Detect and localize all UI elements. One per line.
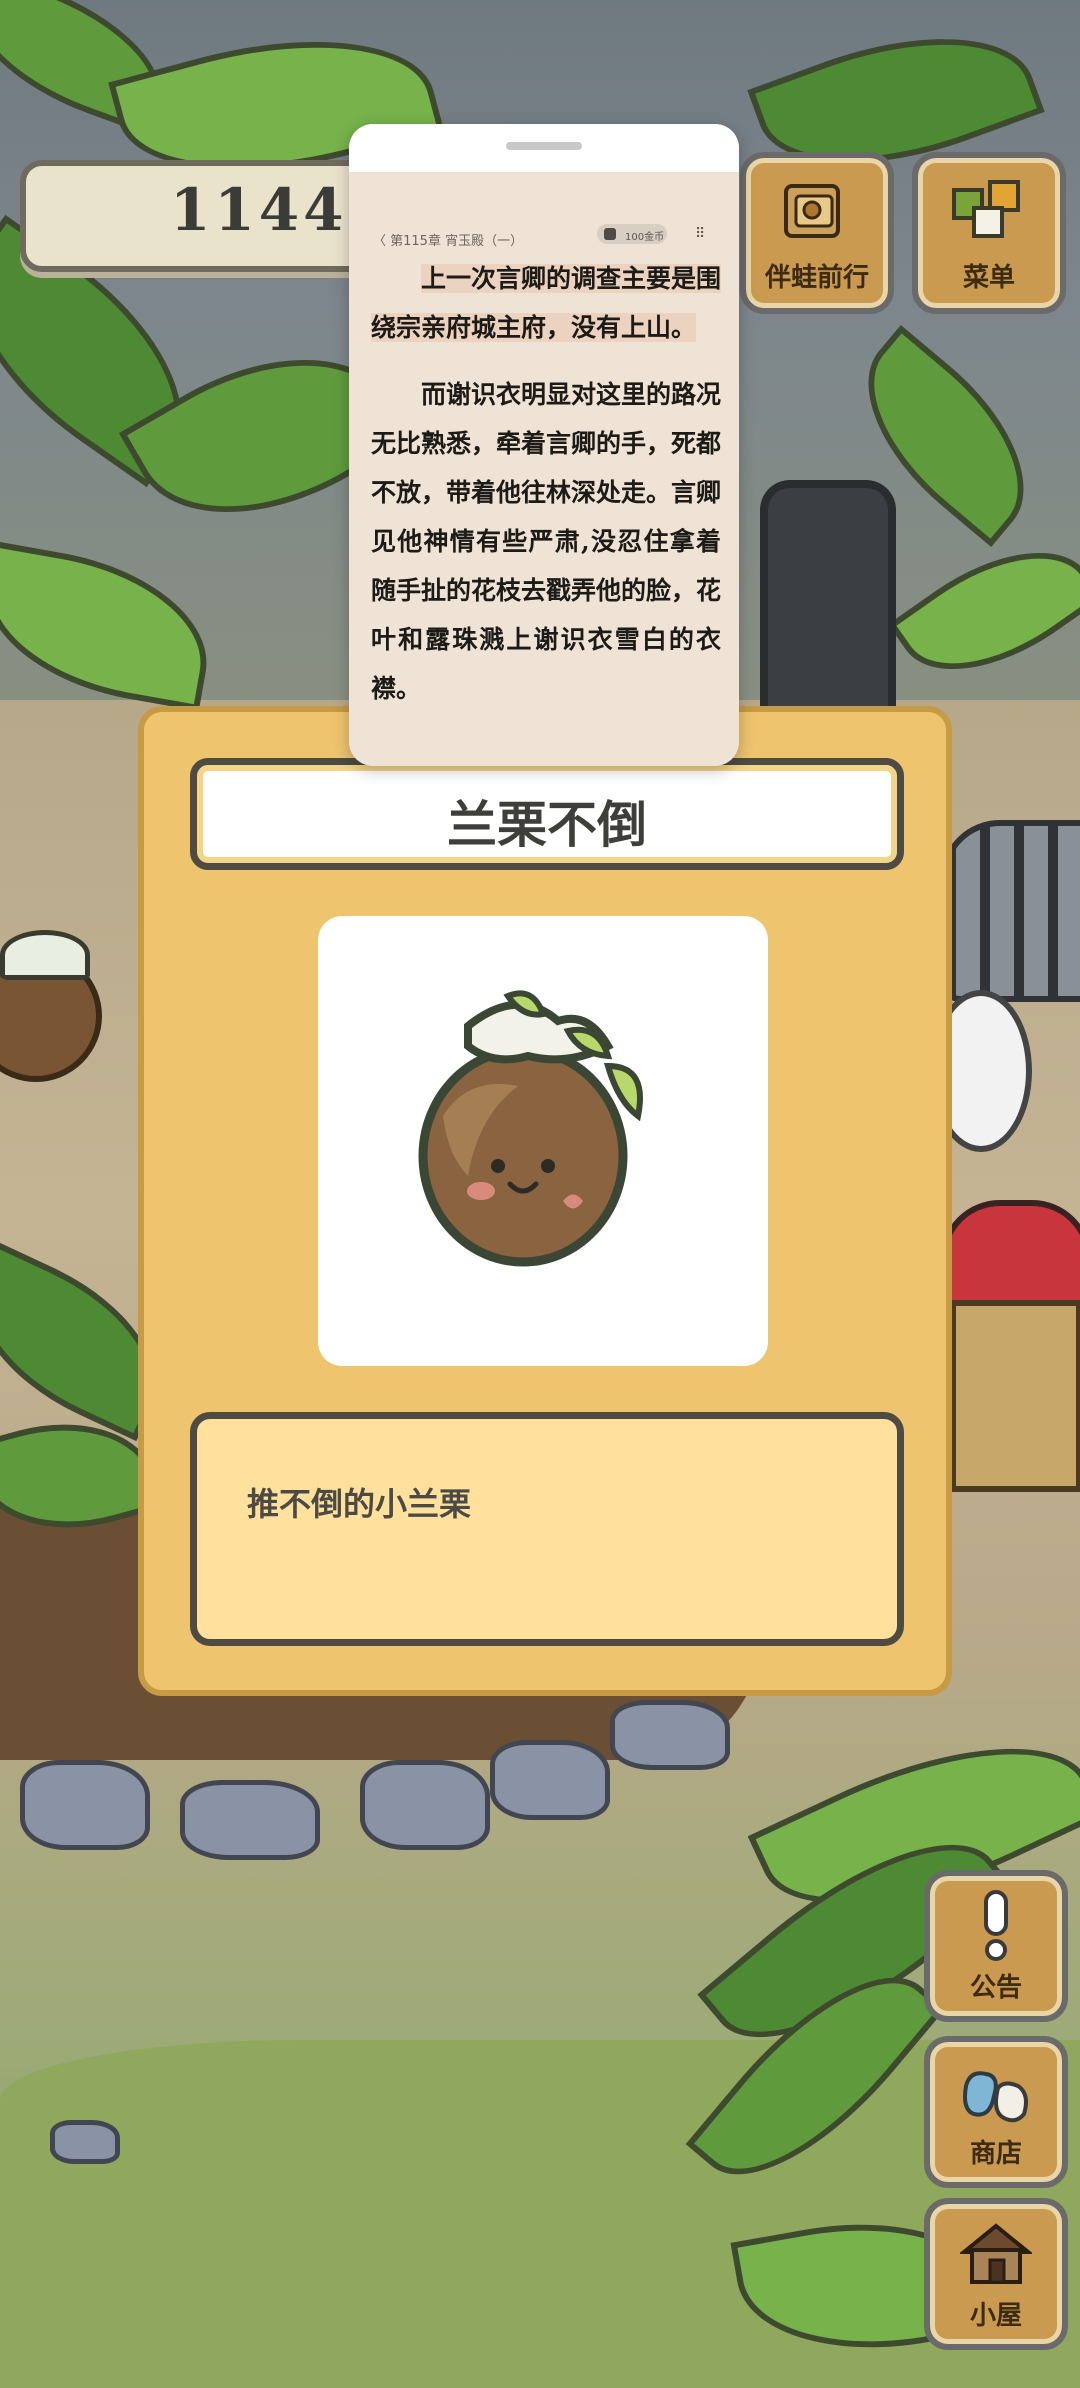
house-icon	[960, 2223, 1032, 2284]
floating-reader-window[interactable]: 〈 第115章 宵玉殿（一） 100金币 ⠿ 上一次言卿的调查主要是围绕宗亲府城…	[349, 124, 739, 766]
chestnut-leaf	[0, 930, 90, 980]
reader-coins-badge[interactable]: 100金币	[597, 224, 667, 244]
shop-bags-icon	[963, 2071, 1028, 2123]
stone	[610, 1700, 730, 1770]
shop-button-label: 商店	[969, 2139, 1022, 2169]
item-title: 兰栗不倒	[447, 796, 647, 854]
item-detail-card: 兰栗不倒 推不倒的小兰栗	[138, 706, 952, 1696]
menu-cards-icon	[952, 180, 1020, 238]
reader-coins-label: 100金币	[625, 232, 665, 243]
notice-button-label: 公告	[969, 1973, 1022, 2003]
companion-button[interactable]: 伴蛙前行	[740, 152, 894, 314]
stone	[360, 1760, 490, 1850]
item-image-box	[318, 916, 768, 1366]
reader-content: 上一次言卿的调查主要是围绕宗亲府城主府，没有上山。 而谢识衣明显对这里的路况无比…	[371, 254, 722, 713]
house-button[interactable]: 小屋	[924, 2198, 1068, 2350]
clover-counter-value: 1144	[170, 176, 348, 244]
reader-chapter-title[interactable]: 〈 第115章 宵玉殿（一）	[373, 230, 523, 249]
reader-more-icon[interactable]: ⠿	[695, 226, 705, 242]
menu-button-label: 菜单	[962, 263, 1015, 293]
mailbox-post	[950, 1300, 1080, 1492]
companion-button-label: 伴蛙前行	[764, 263, 869, 293]
house-button-label: 小屋	[969, 2301, 1022, 2331]
exclamation-icon	[984, 1890, 1008, 1961]
menu-button[interactable]: 菜单	[912, 152, 1066, 314]
stone	[490, 1740, 610, 1820]
item-description: 推不倒的小兰栗	[247, 1485, 472, 1523]
reader-drag-bar[interactable]	[349, 124, 739, 172]
chestnut-character-icon	[418, 990, 643, 1267]
stone	[20, 1760, 150, 1850]
item-description-box: 推不倒的小兰栗	[190, 1412, 904, 1646]
drag-handle-icon[interactable]	[506, 142, 582, 150]
stone	[180, 1780, 320, 1860]
shop-button[interactable]: 商店	[924, 2036, 1068, 2188]
map-book-icon	[784, 184, 840, 238]
reader-paragraph: 而谢识衣明显对这里的路况无比熟悉，牵着言卿的手，死都不放，带着他往林深处走。言卿…	[371, 380, 722, 703]
cage	[940, 820, 1080, 1002]
item-title-box: 兰栗不倒	[190, 758, 904, 870]
coin-icon	[604, 228, 616, 240]
reader-paragraph: 上一次言卿的调查主要是围绕宗亲府城主府，没有上山。	[371, 254, 722, 352]
stone	[50, 2120, 120, 2164]
stone-window	[760, 480, 896, 726]
notice-button[interactable]: 公告	[924, 1870, 1068, 2022]
highlighted-text: 上一次言卿的调查主要是围绕宗亲府城主府，没有上山。	[371, 264, 722, 342]
